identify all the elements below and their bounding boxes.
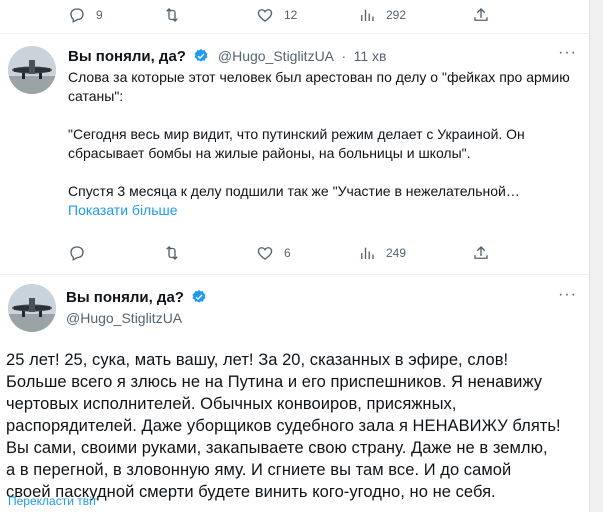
heart-icon <box>257 247 273 260</box>
reply-count: 9 <box>96 8 103 22</box>
more-options-icon[interactable]: ··· <box>558 44 577 62</box>
tweet-line: чертовых исполнителей. Обычных конвоиров… <box>6 395 457 413</box>
timestamp[interactable]: 11 хв <box>354 48 387 64</box>
avatar[interactable] <box>8 284 56 332</box>
analytics-icon <box>361 247 374 259</box>
heart-icon <box>257 9 273 22</box>
separator: · <box>341 48 347 64</box>
avatar[interactable] <box>8 46 56 94</box>
tweet-paragraph: Спустя 3 месяца к делу подшили так же "У… <box>68 182 573 220</box>
reply-icon <box>70 8 84 23</box>
views-count: 292 <box>386 8 407 22</box>
show-more-link[interactable]: Показати більше <box>68 202 178 218</box>
more-options-icon[interactable]: ··· <box>558 286 577 304</box>
airplane-avatar-image <box>8 46 56 94</box>
tweet-text: Слова за которые этот человек был аресто… <box>68 68 573 220</box>
like-button[interactable]: 12 <box>256 6 297 24</box>
tweet-header: Вы поняли, да? <box>66 289 207 307</box>
handle[interactable]: @Hugo_StiglitzUA <box>218 48 334 64</box>
divider <box>0 274 589 275</box>
display-name[interactable]: Вы поняли, да? <box>68 48 186 65</box>
handle[interactable]: @Hugo_StiglitzUA <box>66 310 182 326</box>
tweet-paragraph-text: Спустя 3 месяца к делу подшили так же "У… <box>68 183 520 199</box>
verified-badge-icon <box>195 49 208 62</box>
views-button[interactable]: 292 <box>358 6 406 24</box>
tweet-line: Больше всего я злюсь не на Путина и его … <box>6 373 543 391</box>
tweet-line: распорядителей. Даже уборщиков судебного… <box>6 417 561 435</box>
views-button[interactable]: 249 <box>358 244 406 262</box>
analytics-icon <box>361 9 374 21</box>
like-count: 12 <box>284 8 298 22</box>
display-name[interactable]: Вы поняли, да? <box>66 289 184 306</box>
share-button[interactable] <box>472 6 490 24</box>
tweet-text: 25 лет! 25, сука, мать вашу, лет! За 20,… <box>6 349 586 503</box>
translate-tweet-link[interactable]: Перекласти твіт <box>8 494 97 508</box>
timeline: 9 12 292 Вы поняли, да? @Hugo_StiglitzUA… <box>0 0 589 512</box>
reply-icon <box>70 246 84 261</box>
reply-button[interactable]: 9 <box>68 6 103 24</box>
retweet-icon <box>166 246 178 260</box>
divider <box>0 33 589 34</box>
retweet-button[interactable] <box>163 6 181 24</box>
retweet-icon <box>166 8 178 22</box>
retweet-button[interactable] <box>163 244 181 262</box>
reply-button[interactable] <box>68 244 86 262</box>
tweet-line: 25 лет! 25, сука, мать вашу, лет! За 20,… <box>6 351 509 369</box>
tweet-line: а в перегной, в зловонную яму. И сгниете… <box>6 461 512 479</box>
airplane-avatar-image <box>8 284 56 332</box>
scrollbar[interactable] <box>589 0 603 512</box>
like-button[interactable]: 6 <box>256 244 291 262</box>
tweet-paragraph: "Сегодня весь мир видит, что путинский р… <box>68 126 525 161</box>
like-count: 6 <box>284 246 291 260</box>
views-count: 249 <box>386 246 407 260</box>
verified-badge-icon <box>193 290 206 303</box>
share-button[interactable] <box>472 244 490 262</box>
tweet-paragraph: Слова за которые этот человек был аресто… <box>68 69 570 104</box>
share-icon <box>474 246 488 259</box>
tweet-header: Вы поняли, да? @Hugo_StiglitzUA · 11 хв <box>68 48 386 66</box>
share-icon <box>474 8 488 21</box>
tweet-line: Вы сами, своими руками, закапываете свою… <box>6 439 548 457</box>
